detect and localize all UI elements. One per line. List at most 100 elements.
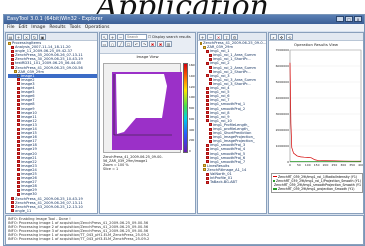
colorbar-tick-label: 0 (189, 149, 191, 153)
open-folder-icon[interactable]: ▤ (7, 33, 14, 40)
chart-reset-icon[interactable]: ⟲ (286, 33, 293, 40)
results-chart[interactable]: 7000000 6000000 5000000 4000000 3000000 20000… (270, 48, 364, 172)
x-tick-label: 300 (340, 163, 346, 167)
export-icon[interactable]: ⇪ (223, 33, 230, 40)
chart-zoom-icon[interactable]: ⌕ (270, 33, 277, 40)
zoom-out-icon[interactable]: − (117, 34, 124, 40)
item-icon (17, 139, 20, 143)
menu-image[interactable]: Image (31, 24, 45, 31)
rect-roi-icon[interactable]: ▭ (101, 41, 108, 47)
delete-icon[interactable]: × (23, 33, 30, 40)
colorbar-tick-label: 1600 (189, 63, 196, 67)
colorbar-tick-label: 200 (189, 138, 195, 143)
menu-tools[interactable]: Tools (70, 24, 81, 31)
item-icon (206, 107, 209, 111)
item-icon (11, 205, 14, 209)
image-view-title: Image View (136, 54, 159, 59)
chart-pan-icon[interactable]: ✥ (278, 33, 285, 40)
item-icon (17, 107, 20, 111)
image-canvas[interactable] (112, 72, 182, 150)
colorbar-ticks: 1600 1400 1200 1000 800 600 400 200 0 (189, 63, 196, 153)
reject-icon[interactable]: ✖ (157, 41, 164, 47)
colorbar-tick-label: 600 (189, 116, 195, 121)
results-tree[interactable]: ZenchPress_41_2009-06-25_09-0... ZAR_039_… (198, 41, 266, 184)
item-icon (17, 135, 20, 139)
item-icon (17, 172, 20, 176)
expand-icon[interactable]: + (199, 33, 206, 40)
polygon-icon[interactable]: ⬠ (125, 41, 132, 47)
item-icon (17, 111, 20, 115)
redo-icon[interactable]: ↷ (141, 41, 148, 47)
item-icon (11, 62, 14, 66)
close-button[interactable]: x (354, 16, 362, 22)
window-titlebar[interactable]: EasyTool 3.0.1 (64bit)Win32 - Explorer _… (4, 15, 364, 24)
ellipse-roi-icon[interactable]: ○ (109, 41, 116, 47)
item-icon (209, 127, 212, 131)
window-title: EasyTool 3.0.1 (64bit)Win32 - Explorer (7, 16, 103, 22)
item-icon (206, 143, 209, 147)
item-icon (17, 119, 20, 123)
zoom-in-icon[interactable]: + (109, 34, 116, 40)
item-icon (206, 94, 209, 98)
image-caption: ZenchPress_41_2009-06-25_09-00-56_ZAR_03… (103, 155, 193, 171)
refresh-icon[interactable]: ↻ (31, 33, 38, 40)
item-icon (17, 82, 20, 86)
item-icon (206, 74, 209, 78)
item-icon (17, 74, 20, 78)
undo-icon[interactable]: ↶ (133, 41, 140, 47)
legend-swatch (273, 180, 275, 182)
minimize-button[interactable]: _ (336, 16, 344, 22)
legend-swatch (273, 188, 277, 190)
add-icon[interactable]: + (15, 33, 22, 40)
item-icon (206, 62, 209, 66)
display-search-label: Display search results (152, 35, 191, 39)
item-icon (11, 66, 14, 70)
search-input[interactable] (125, 34, 147, 40)
item-icon (209, 82, 212, 86)
settings-icon[interactable]: ⚙ (231, 33, 238, 40)
log-line: INFO: Processing image 1 of acquisition/… (8, 237, 150, 241)
item-icon (17, 131, 20, 135)
collapse-icon[interactable]: − (207, 33, 214, 40)
x-tick-label: 250 (332, 163, 338, 167)
display-search-checkbox[interactable]: ☐ Display search results (148, 34, 191, 40)
menu-results[interactable]: Results (49, 24, 65, 31)
item-icon (209, 135, 212, 139)
item-icon (209, 78, 212, 82)
plot-area (289, 49, 362, 163)
menu-file[interactable]: File (7, 24, 15, 31)
item-icon (17, 115, 20, 119)
results-toolbar: + − × ⇪ ⚙ (198, 33, 266, 41)
line-roi-icon[interactable]: ╱ (117, 41, 124, 47)
item-icon (17, 147, 20, 151)
item-icon (11, 209, 14, 213)
pointer-icon[interactable]: ↖ (101, 34, 108, 40)
maximize-button[interactable]: □ (345, 16, 353, 22)
item-icon (206, 111, 209, 115)
y-tick-label: 3000000 (276, 112, 289, 116)
item-icon (209, 123, 212, 127)
image-canvas-area[interactable] (103, 63, 182, 153)
clear-icon[interactable]: ✖ (149, 41, 156, 47)
y-tick-label: 1000000 (276, 144, 289, 148)
results-delete-icon[interactable]: × (215, 33, 222, 40)
item-icon (11, 197, 14, 201)
menu-operations[interactable]: Operations (85, 24, 110, 31)
save-icon[interactable]: ▣ (39, 33, 46, 40)
item-icon (17, 180, 20, 184)
y-tick-label: 7000000 (276, 48, 289, 52)
item-icon (17, 86, 20, 90)
folder-icon (200, 41, 202, 45)
item-icon (11, 201, 14, 205)
legend-label: ZenchRT_039_29t/img1_projection_Smooth (… (278, 187, 355, 192)
histogram-icon[interactable]: ▥ (165, 41, 172, 47)
item-icon (206, 147, 209, 151)
acquisition-tree-row[interactable]: angle_08_2009-06-25_12-13-06 (8, 213, 97, 214)
item-icon (209, 57, 212, 61)
acquisition-tree[interactable]: ProcessingItems Analysis_2007-11-14_18-11… (6, 41, 97, 214)
banner-title: Application (0, 0, 365, 14)
menu-edit[interactable]: Edit (19, 24, 28, 31)
colorbar-tick-label: 400 (189, 127, 195, 132)
results-tree-row[interactable]: TaBack-BG-ABT (200, 180, 266, 184)
left-toolbar: ▤ + × ↻ ▣ (6, 33, 97, 41)
